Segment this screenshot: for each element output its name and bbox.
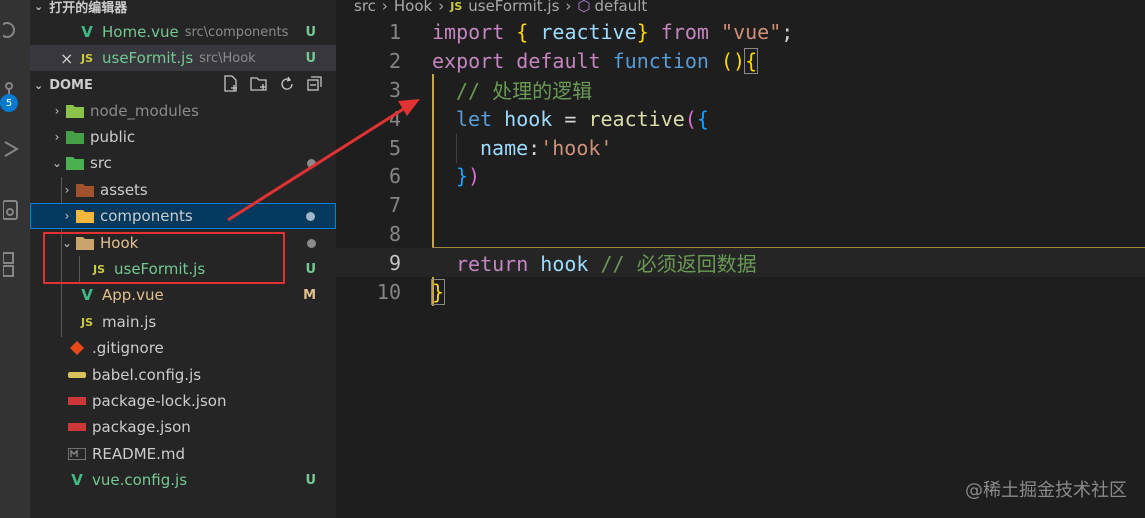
- annotation-arrow: [227, 99, 420, 222]
